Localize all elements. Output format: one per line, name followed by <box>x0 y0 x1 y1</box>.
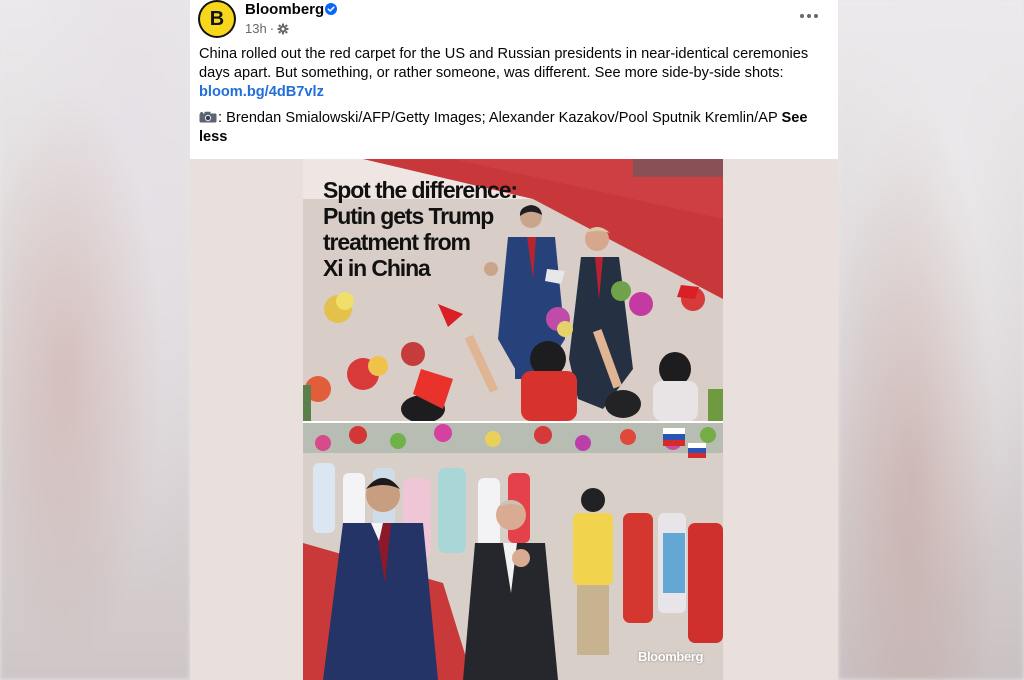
post-header: B Bloomberg 13h · <box>190 0 838 44</box>
headline-line: Putin gets Trump <box>323 203 494 229</box>
post-text: China rolled out the red carpet for the … <box>199 46 809 81</box>
image-headline: Spot the difference: Putin gets Trump tr… <box>323 177 583 281</box>
avatar-letter: B <box>200 2 234 36</box>
photo-credit-text: : Brendan Smialowski/AFP/Getty Images; A… <box>218 110 778 126</box>
post-timestamp[interactable]: 13h <box>245 21 267 36</box>
more-dot <box>807 14 811 18</box>
photo-xi-putin <box>303 423 723 680</box>
verified-badge-icon <box>325 3 337 15</box>
gear-icon[interactable] <box>277 23 289 35</box>
photo-credit-paragraph: : Brendan Smialowski/AFP/Getty Images; A… <box>199 109 819 147</box>
post-media-area: Spot the difference: Putin gets Trump tr… <box>190 159 838 680</box>
meta-separator: · <box>269 21 275 36</box>
post-body: China rolled out the red carpet for the … <box>199 45 819 147</box>
page-avatar[interactable]: B <box>198 0 236 38</box>
social-post-card: B Bloomberg 13h · China rolled out the r… <box>190 0 838 680</box>
post-meta: 13h · <box>245 21 289 36</box>
headline-line: Spot the difference: <box>323 177 518 203</box>
blurred-backdrop-right <box>838 0 1024 680</box>
more-dot <box>814 14 818 18</box>
bloomberg-watermark: Bloomberg <box>637 649 703 664</box>
page-name-link[interactable]: Bloomberg <box>245 1 324 18</box>
headline-line: Xi in China <box>323 255 431 281</box>
camera-icon <box>199 111 217 123</box>
post-image[interactable]: Spot the difference: Putin gets Trump tr… <box>303 159 723 680</box>
more-dot <box>800 14 804 18</box>
headline-line: treatment from <box>323 229 471 255</box>
more-options-icon[interactable] <box>794 4 824 28</box>
blurred-backdrop-left <box>0 0 190 680</box>
post-text-paragraph: China rolled out the red carpet for the … <box>199 45 819 102</box>
post-link[interactable]: bloom.bg/4dB7vlz <box>199 84 324 100</box>
